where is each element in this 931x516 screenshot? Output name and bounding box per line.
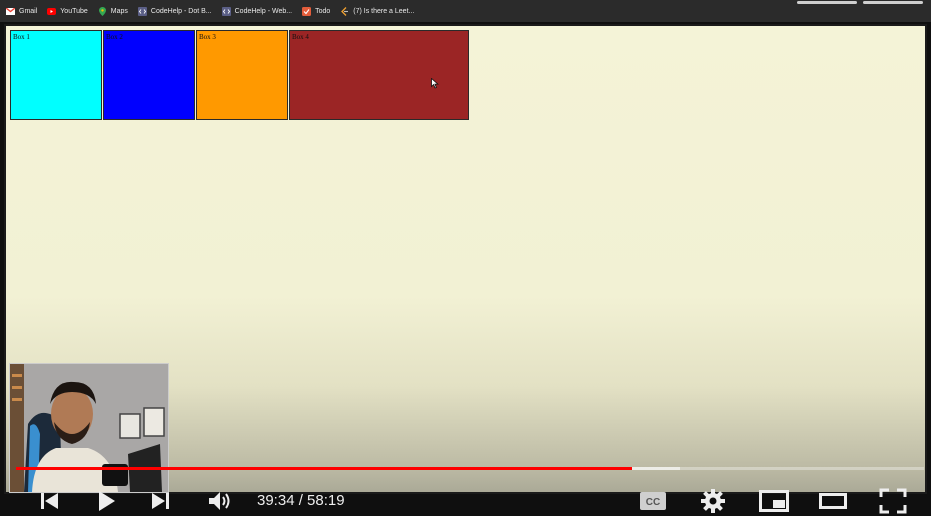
box-3-label: Box 3 [199, 33, 216, 41]
todo-icon [302, 6, 312, 16]
webcam-overlay [9, 363, 169, 493]
volume-button[interactable] [206, 489, 234, 513]
bookmark-maps[interactable]: Maps [98, 6, 128, 16]
miniplayer-icon [759, 490, 789, 512]
youtube-icon [47, 7, 57, 16]
bookmark-gmail[interactable]: Gmail [6, 7, 37, 16]
maps-icon [98, 6, 107, 16]
captions-icon: CC [640, 492, 666, 510]
play-button[interactable] [93, 489, 119, 513]
theater-mode-icon [819, 493, 847, 509]
box-4-label: Box 4 [292, 33, 309, 41]
volume-icon [209, 492, 230, 510]
leetcode-icon [340, 6, 349, 16]
gear-icon [701, 489, 725, 513]
video-progress-bar[interactable] [16, 467, 924, 470]
previous-button[interactable] [36, 489, 62, 513]
gmail-icon [6, 7, 15, 16]
fullscreen-button[interactable] [878, 488, 908, 514]
theater-mode-button[interactable] [818, 489, 848, 513]
time-display: 39:34 / 58:19 [257, 492, 345, 509]
miniplayer-button[interactable] [758, 489, 790, 513]
captions-button[interactable]: CC [638, 489, 668, 513]
next-icon [152, 493, 169, 509]
fullscreen-icon [879, 488, 907, 514]
presenter-image [10, 364, 168, 492]
settings-button[interactable] [699, 489, 727, 513]
progress-played [16, 467, 632, 470]
box-2-label: Box 2 [106, 33, 123, 41]
box-4: Box 4 [289, 30, 469, 120]
bookmark-youtube[interactable]: YouTube [47, 7, 88, 16]
player-controls: 39:34 / 58:19 CC [0, 486, 931, 516]
box-1: Box 1 [10, 30, 102, 120]
bookmarks-bar: Gmail YouTube Maps CodeHelp - Dot B... C… [0, 0, 931, 22]
bookmark-codehelp-dot[interactable]: CodeHelp - Dot B... [137, 6, 212, 16]
bookmark-todo[interactable]: Todo [302, 6, 330, 16]
window-top-decoration [797, 0, 923, 6]
svg-text:CC: CC [646, 497, 660, 508]
codehelp-icon [221, 6, 231, 16]
play-icon [99, 491, 115, 511]
box-1-label: Box 1 [13, 33, 30, 41]
bookmark-leetcode[interactable]: (7) Is there a Leet... [340, 6, 414, 16]
mouse-cursor-icon [431, 78, 439, 89]
next-button[interactable] [148, 489, 174, 513]
box-3: Box 3 [196, 30, 288, 120]
previous-icon [41, 493, 58, 509]
codehelp-icon [137, 6, 147, 16]
box-2: Box 2 [103, 30, 195, 120]
bookmark-codehelp-web[interactable]: CodeHelp - Web... [221, 6, 292, 16]
